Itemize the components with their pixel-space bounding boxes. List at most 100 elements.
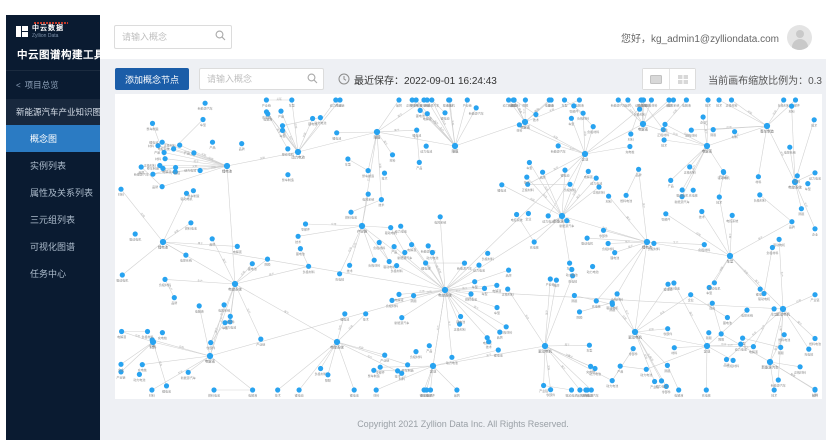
svg-text:属于: 属于 (796, 320, 803, 327)
svg-text:整车制造: 整车制造 (146, 126, 158, 131)
logo-name-cn: 中云数据 (32, 25, 64, 33)
svg-text:应用: 应用 (437, 268, 443, 275)
svg-text:充电桩: 充电桩 (530, 245, 539, 250)
svg-text:负极材料: 负极材料 (634, 112, 646, 117)
svg-text:驱动电机: 驱动电机 (443, 103, 455, 108)
svg-text:属于: 属于 (625, 215, 632, 222)
svg-text:燃料电池: 燃料电池 (185, 225, 197, 230)
svg-text:锂电池: 锂电池 (308, 121, 317, 126)
svg-text:材料: 材料 (755, 179, 761, 184)
svg-text:企业: 企业 (118, 367, 124, 372)
project-group-header[interactable]: 新能源汽车产业知识图谱 ▲ (6, 99, 100, 125)
svg-text:企业: 企业 (430, 369, 437, 374)
svg-text:产品: 产品 (426, 348, 432, 353)
svg-text:属于: 属于 (757, 235, 764, 241)
user-area: 您好，kg_admin1@zylliondata.com (621, 25, 812, 50)
svg-text:动力电池: 动力电池 (542, 218, 554, 223)
svg-text:关联: 关联 (378, 163, 382, 169)
svg-text:生产: 生产 (780, 271, 784, 277)
svg-text:产品: 产品 (278, 114, 284, 119)
fit-canvas-button[interactable] (643, 69, 669, 89)
sidebar-item-1[interactable]: 实例列表 (6, 152, 100, 179)
svg-text:包含: 包含 (721, 342, 727, 346)
svg-text:应用: 应用 (347, 324, 354, 331)
sidebar-item-4[interactable]: 可视化图谱 (6, 233, 100, 260)
svg-text:动力电池: 动力电池 (640, 372, 652, 377)
svg-text:锂电池: 锂电池 (421, 266, 430, 271)
svg-text:品牌: 品牌 (171, 300, 177, 305)
svg-text:企业: 企业 (582, 157, 589, 162)
svg-text:动力电池: 动力电池 (446, 360, 458, 365)
svg-text:电解液: 电解液 (248, 393, 257, 398)
svg-text:材料: 材料 (628, 137, 634, 142)
svg-text:材料: 材料 (794, 178, 800, 183)
svg-text:应用: 应用 (140, 212, 147, 219)
svg-text:属于: 属于 (544, 309, 548, 315)
svg-text:动力电池: 动力电池 (587, 269, 599, 274)
svg-text:车型: 车型 (200, 122, 206, 127)
svg-text:产品: 产品 (209, 145, 215, 150)
svg-text:正极材料: 正极材料 (502, 292, 514, 297)
grid-icon (678, 75, 688, 84)
svg-text:负极材料: 负极材料 (766, 250, 778, 255)
svg-text:电控系统: 电控系统 (788, 185, 802, 190)
svg-text:正极材料: 正极材料 (725, 103, 737, 108)
svg-text:产品: 产品 (668, 183, 674, 188)
svg-text:充电桩: 充电桩 (335, 276, 344, 281)
svg-text:品牌: 品牌 (239, 146, 245, 151)
svg-text:负极材料: 负极材料 (587, 129, 599, 134)
svg-text:动力电池: 动力电池 (473, 268, 485, 273)
svg-text:负极材料: 负极材料 (754, 197, 766, 202)
concept-search-input[interactable] (199, 68, 324, 90)
svg-text:品牌: 品牌 (152, 184, 158, 189)
svg-text:车型: 车型 (289, 103, 295, 108)
svg-text:品牌: 品牌 (789, 224, 795, 229)
add-concept-node-button[interactable]: 添加概念节点 (115, 68, 189, 90)
svg-text:包含: 包含 (659, 309, 666, 315)
svg-text:属于: 属于 (383, 140, 389, 147)
sidebar-item-0[interactable]: 概念图 (6, 125, 100, 152)
svg-text:产业链: 产业链 (262, 103, 271, 108)
svg-text:电控系统: 电控系统 (784, 150, 796, 155)
svg-text:新能源汽车: 新能源汽车 (559, 223, 574, 228)
svg-text:正极材料: 正极材料 (522, 187, 534, 192)
svg-text:应用: 应用 (795, 298, 802, 304)
svg-text:技术: 技术 (699, 214, 705, 219)
svg-text:新能源汽车: 新能源汽车 (181, 375, 196, 380)
svg-text:隔膜: 隔膜 (609, 307, 615, 312)
user-avatar[interactable] (787, 25, 812, 50)
svg-text:车型: 车型 (568, 121, 574, 126)
svg-text:技术: 技术 (533, 117, 539, 122)
svg-text:包含: 包含 (158, 361, 163, 368)
svg-text:属于: 属于 (779, 325, 783, 331)
svg-text:驱动电机: 驱动电机 (776, 312, 790, 317)
back-to-projects[interactable]: <项目总览 (6, 71, 100, 99)
svg-text:材料: 材料 (671, 350, 677, 355)
svg-text:车型: 车型 (222, 325, 228, 330)
svg-text:生产: 生产 (522, 108, 526, 114)
svg-text:负极材料: 负极材料 (386, 303, 398, 308)
logo-name-en: Zyllion Data (32, 33, 64, 39)
svg-text:属于: 属于 (565, 343, 571, 347)
svg-text:产业链: 产业链 (171, 170, 180, 175)
svg-text:动力电池: 动力电池 (420, 149, 432, 154)
svg-text:属于: 属于 (269, 271, 275, 276)
svg-text:电解液: 电解液 (394, 297, 403, 302)
svg-text:燃料电池: 燃料电池 (208, 393, 220, 398)
svg-text:电解液: 电解液 (584, 174, 593, 179)
svg-text:锂电池: 锂电池 (296, 251, 305, 256)
sidebar-item-5[interactable]: 任务中心 (6, 260, 100, 287)
svg-text:驱动电机: 驱动电机 (581, 241, 593, 246)
svg-text:锂电池: 锂电池 (222, 169, 233, 174)
svg-text:包含: 包含 (177, 369, 184, 375)
svg-text:新能源汽车: 新能源汽车 (394, 320, 409, 325)
svg-text:新能源汽车: 新能源汽车 (469, 110, 484, 115)
sidebar-item-3[interactable]: 三元组列表 (6, 206, 100, 233)
svg-text:驱动电机: 驱动电机 (282, 151, 294, 156)
sidebar-item-2[interactable]: 属性及关系列表 (6, 179, 100, 206)
svg-text:燃料电池: 燃料电池 (345, 215, 357, 220)
thumbnail-view-button[interactable] (669, 69, 695, 89)
concept-graph-canvas[interactable]: 关联关联属于应用关联关联关联生产应用关联应用属于关联关联属于属于属于生产生产包含… (115, 94, 822, 399)
svg-text:驱动电机: 驱动电机 (565, 393, 577, 398)
svg-text:负极材料: 负极材料 (482, 256, 494, 261)
